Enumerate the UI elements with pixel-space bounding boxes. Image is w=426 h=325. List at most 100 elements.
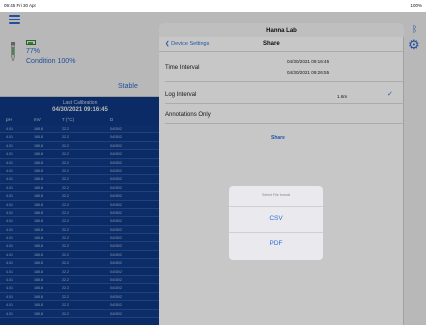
table-cell: 04/30/2	[110, 168, 122, 173]
table-cell: 04/30/2	[110, 227, 122, 232]
table-row: 4.01 165.8 22.2 04/30/2	[0, 217, 160, 226]
table-cell: 165.8	[34, 311, 43, 316]
table-cell: 165.8	[34, 160, 43, 165]
table-cell: 22.2	[62, 160, 69, 165]
table-row: 4.01 165.8 22.2 04/30/2	[0, 284, 160, 293]
table-cell: 04/30/2	[110, 185, 122, 190]
table-cell: 22.2	[62, 303, 69, 308]
table-header: pH mV T (°C) D	[0, 116, 160, 124]
header-temp: T (°C)	[62, 117, 74, 122]
table-cell: 165.8	[34, 219, 43, 224]
table-cell: 4.01	[6, 227, 13, 232]
table-cell: 4.01	[6, 210, 13, 215]
modal-dim	[159, 23, 404, 325]
table-cell: 04/30/2	[110, 202, 122, 207]
table-cell: 4.01	[6, 160, 13, 165]
pdf-option[interactable]: PDF	[229, 240, 323, 247]
header-date: D	[110, 117, 114, 122]
table-row: 4.01 165.8 22.2 04/30/2	[0, 175, 160, 184]
table-cell: 4.01	[6, 261, 13, 266]
csv-option[interactable]: CSV	[229, 215, 323, 222]
table-cell: 04/30/2	[110, 244, 122, 249]
table-row: 4.01 165.8 22.2 04/30/2	[0, 225, 160, 235]
table-cell: 04/30/2	[110, 311, 122, 316]
table-row: 4.01 165.8 22.2 04/30/2	[0, 242, 160, 251]
menu-icon[interactable]	[9, 15, 20, 24]
table-cell: 165.8	[34, 168, 43, 173]
table-cell: 165.8	[34, 177, 43, 182]
table-cell: 165.8	[34, 294, 43, 299]
table-cell: 22.2	[62, 177, 69, 182]
table-row: 4.01 165.8 22.2 04/30/2	[0, 276, 160, 285]
table-cell: 4.01	[6, 202, 13, 207]
calibration-label: Last Calibration	[62, 100, 98, 106]
gear-icon[interactable]: ⚙	[408, 38, 420, 51]
header-mv: mV	[34, 117, 41, 122]
table-cell: 22.2	[62, 219, 69, 224]
table-cell: 04/30/2	[110, 269, 122, 274]
table-cell: 165.8	[34, 269, 43, 274]
table-cell: 22.2	[62, 311, 69, 316]
table-cell: 04/30/2	[110, 160, 122, 165]
table-row: 4.01 165.8 22.2 04/30/2	[0, 208, 160, 218]
table-cell: 165.8	[34, 152, 43, 157]
divider	[229, 206, 323, 207]
table-row: 4.01 165.8 22.2 04/30/2	[0, 150, 160, 159]
table-cell: 04/30/2	[110, 177, 122, 182]
table-cell: 165.8	[34, 135, 43, 140]
table-cell: 04/30/2	[110, 219, 122, 224]
file-format-sheet: Select File format CSV PDF	[229, 186, 323, 260]
table-cell: 22.2	[62, 127, 69, 131]
table-cell: 22.2	[62, 168, 69, 173]
table-cell: 4.01	[6, 185, 13, 190]
table-cell: 22.2	[62, 227, 69, 232]
table-cell: 22.2	[62, 236, 69, 241]
table-cell: 22.2	[62, 269, 69, 274]
table-cell: 04/30/2	[110, 294, 122, 299]
table-cell: 4.01	[6, 177, 13, 182]
table-cell: 165.8	[34, 244, 43, 249]
header-ph: pH	[6, 117, 12, 122]
table-row: 4.01 165.8 22.2 04/30/2	[0, 234, 160, 243]
table-cell: 4.01	[6, 294, 13, 299]
probe-icon	[11, 42, 15, 62]
table-rows: 4.01 165.8 22.2 04/30/2 4.01 165.8 22.2 04/30/2…	[0, 125, 160, 318]
table-cell: 4.01	[6, 236, 13, 241]
table-cell: 04/30/2	[110, 143, 122, 148]
table-cell: 4.01	[6, 244, 13, 249]
table-cell: 22.2	[62, 194, 69, 199]
table-cell: 04/30/2	[110, 261, 122, 266]
table-row: 4.01 165.8 22.2 04/30/2	[0, 158, 160, 167]
table-cell: 22.2	[62, 294, 69, 299]
table-cell: 165.8	[34, 143, 43, 148]
table-row: 4.01 165.8 22.2 04/30/2	[0, 192, 160, 201]
table-cell: 4.01	[6, 127, 13, 131]
table-cell: 4.01	[6, 278, 13, 283]
table-row: 4.01 165.8 22.2 04/30/2	[0, 259, 160, 268]
table-cell: 4.01	[6, 152, 13, 157]
table-row: 4.01 165.8 22.2 04/30/2	[0, 167, 160, 176]
table-cell: 165.8	[34, 202, 43, 207]
table-cell: 22.2	[62, 210, 69, 215]
bluetooth-icon[interactable]: ᛒ	[412, 24, 417, 34]
table-cell: 04/30/2	[110, 210, 122, 215]
table-cell: 22.2	[62, 143, 69, 148]
table-row: 4.01 165.8 22.2 04/30/2	[0, 184, 160, 193]
table-cell: 22.2	[62, 152, 69, 157]
table-cell: 165.8	[34, 210, 43, 215]
table-cell: 04/30/2	[110, 127, 122, 131]
table-cell: 165.8	[34, 286, 43, 291]
divider	[229, 232, 323, 233]
table-cell: 4.01	[6, 219, 13, 224]
table-cell: 22.2	[62, 244, 69, 249]
table-cell: 04/30/2	[110, 135, 122, 140]
table-row: 4.01 165.8 22.2 04/30/2	[0, 268, 160, 277]
table-cell: 4.01	[6, 252, 13, 257]
table-cell: 04/30/2	[110, 194, 122, 199]
status-battery: 100%	[410, 3, 422, 8]
battery-icon	[26, 40, 36, 45]
table-row: 4.01 165.8 22.2 04/30/2	[0, 301, 160, 310]
table-cell: 4.01	[6, 194, 13, 199]
table-cell: 4.01	[6, 311, 13, 316]
table-cell: 04/30/2	[110, 252, 122, 257]
